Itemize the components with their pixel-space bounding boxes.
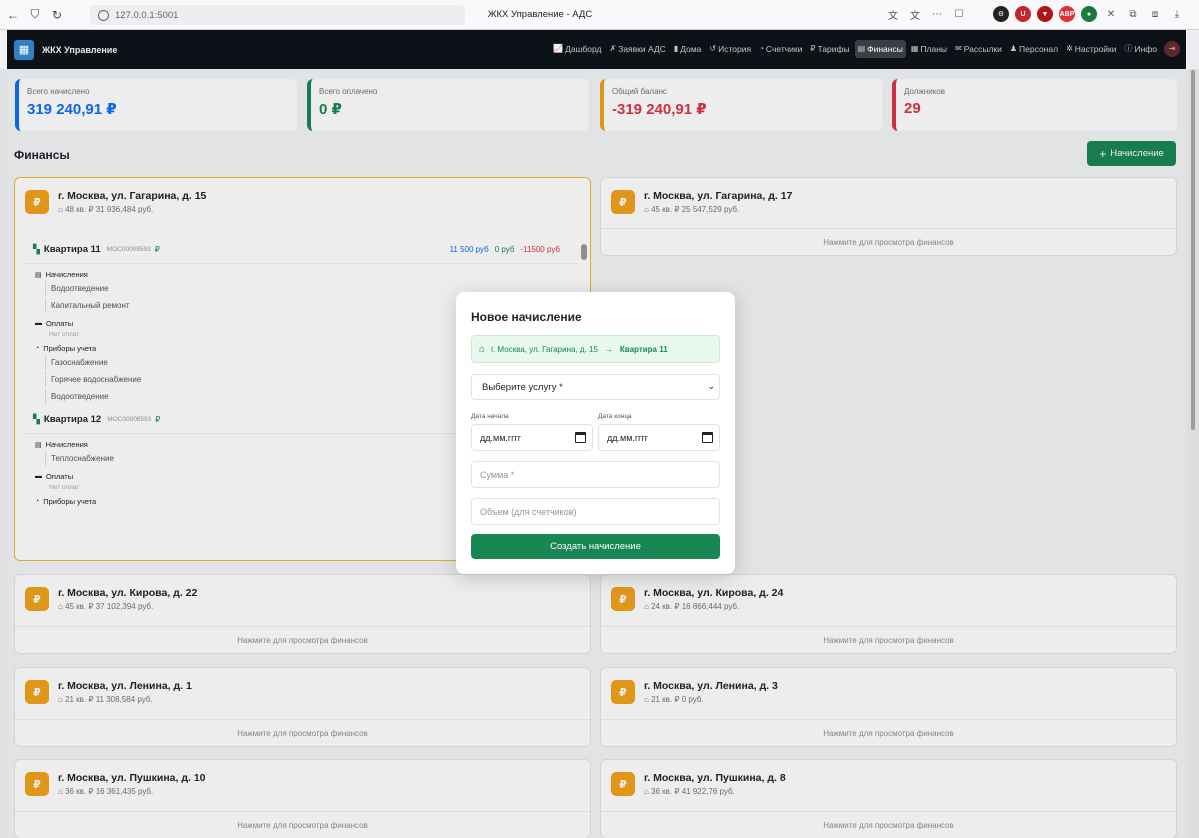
shield-ext-icon[interactable]: ▼ — [1037, 6, 1053, 22]
gauge-icon: ◔ — [759, 44, 764, 53]
nav-item-label: Планы — [920, 43, 948, 54]
users-icon: ♟ — [1009, 44, 1018, 53]
nav-item-envelope[interactable]: ✉ Рассылки — [952, 40, 1005, 58]
create-charge-button[interactable]: Создать начисление — [471, 534, 720, 559]
nav-item-users[interactable]: ♟ Персонал — [1007, 40, 1061, 58]
nav-item-gear[interactable]: ✲ Настройки — [1063, 40, 1119, 58]
calendar-icon[interactable] — [575, 432, 586, 443]
history-icon: ↺ — [709, 44, 717, 53]
bookmark-icon[interactable]: ☐ — [951, 6, 967, 22]
brand-name: ЖКХ Управление — [42, 44, 118, 55]
lock-ext-icon[interactable]: ● — [1081, 6, 1097, 22]
nav-item-label: Дома — [680, 43, 702, 54]
chart-line-icon: 📈 — [553, 44, 564, 53]
money-icon: ▤ — [857, 44, 866, 53]
shield-icon[interactable]: ⛉ — [26, 6, 44, 24]
modal-title: Новое начисление — [471, 310, 582, 324]
nav-item-label: История — [718, 43, 752, 54]
nav-item-label: Персонал — [1019, 43, 1059, 54]
adblock-icon[interactable]: ABP — [1059, 6, 1075, 22]
nav-item-building[interactable]: ▮ Дома — [671, 40, 705, 58]
building-logo-icon: ▦ — [14, 39, 34, 60]
nav-item-chart-line[interactable]: 📈 Дашборд — [550, 40, 604, 58]
gear-icon: ✲ — [1066, 44, 1073, 53]
nav-item-tools[interactable]: ✗ Заявки АДС — [606, 40, 668, 58]
target-apartment: Квартира 11 — [619, 344, 668, 354]
nav-item-label: Счетчики — [765, 43, 803, 54]
address-bar[interactable]: 127.0.0.1:5001 — [90, 5, 465, 25]
main-menu: 📈 Дашборд ✗ Заявки АДС ▮ Дома ↺ История ◔ Счетчик… — [550, 39, 1180, 58]
nav-item-gauge[interactable]: ◔ Счетчики — [756, 40, 805, 58]
volume-input[interactable]: Объем (для счетчиков) — [471, 498, 720, 525]
nav-item-ruble[interactable]: ₽ Тарифы — [807, 40, 852, 58]
nav-item-info[interactable]: ⓘ Инфо — [1121, 39, 1160, 58]
chevron-down-icon: ⌄ — [707, 381, 715, 391]
arrow-text: → — [604, 344, 613, 354]
download-icon[interactable]: ⤓ — [1169, 6, 1185, 22]
home-icon: ⌂ — [479, 343, 486, 355]
new-charge-modal: Новое начисление ⌂ г. Москва, ул. Гагари… — [456, 292, 735, 574]
end-date-input[interactable]: дд.мм.гггг — [598, 424, 720, 451]
building-icon: ▮ — [673, 44, 679, 53]
envelope-icon: ✉ — [955, 44, 962, 53]
calendar-icon[interactable] — [702, 432, 713, 443]
end-date-label: Дата конца — [598, 413, 632, 420]
nav-item-label: Настройки — [1074, 43, 1117, 54]
amount-placeholder: Сумма * — [480, 469, 515, 480]
service-select-value: Выберите услугу * — [482, 381, 563, 393]
app-navbar: ▦ ЖКХ Управление 📈 Дашборд ✗ Заявки АДС ▮ Дом… — [7, 30, 1186, 69]
nav-item-history[interactable]: ↺ История — [706, 40, 754, 58]
nav-item-money[interactable]: ▤ Финансы — [854, 39, 906, 58]
target-house: г. Москва, ул. Гагарина, д. 15 — [491, 344, 598, 354]
nav-item-label: Дашборд — [565, 43, 602, 54]
url-text: 127.0.0.1:5001 — [115, 9, 179, 21]
nav-item-label: Инфо — [1134, 43, 1157, 54]
volume-placeholder: Объем (для счетчиков) — [480, 506, 577, 517]
info-icon: ⓘ — [1124, 44, 1133, 53]
target-breadcrumb: ⌂ г. Москва, ул. Гагарина, д. 15 → Кварт… — [471, 335, 720, 363]
reader-icon[interactable]: 文 — [907, 6, 923, 22]
screenshot-icon[interactable]: ⧉ — [1125, 6, 1141, 22]
service-select[interactable]: Выберите услугу * ⌄ — [471, 374, 720, 400]
tools-ext-icon[interactable]: ✕ — [1103, 6, 1119, 22]
amount-input[interactable]: Сумма * — [471, 461, 720, 488]
end-date-placeholder: дд.мм.гггг — [607, 432, 649, 443]
ruble-icon: ₽ — [810, 44, 816, 53]
extension-icon[interactable]: ⚙ — [993, 6, 1009, 22]
tools-icon: ✗ — [609, 44, 617, 53]
nav-item-label: Тарифы — [817, 43, 850, 54]
nav-item-label: Рассылки — [963, 43, 1002, 54]
ublock-icon[interactable]: U — [1015, 6, 1031, 22]
tab-title: ЖКХ Управление - АДС — [487, 9, 593, 20]
extensions-icon[interactable]: ⧈ — [1147, 6, 1163, 22]
browser-tools: 文 文 ⋯ ☐ ⚙ U ▼ ABP ● ✕ ⧉ ⧈ ⤓ — [885, 6, 1185, 22]
brand[interactable]: ▦ ЖКХ Управление — [14, 39, 118, 60]
nav-item-label: Финансы — [867, 43, 903, 54]
reload-icon[interactable]: ↻ — [48, 6, 66, 24]
start-date-placeholder: дд.мм.гггг — [480, 432, 522, 443]
nav-item-calendar[interactable]: ▦ Планы — [908, 40, 950, 58]
start-date-input[interactable]: дд.мм.гггг — [471, 424, 593, 451]
start-date-label: Дата начала — [471, 413, 509, 420]
translate-icon[interactable]: 文 — [885, 6, 901, 22]
back-icon[interactable]: ← — [4, 6, 22, 24]
logout-icon[interactable]: ⇥ — [1164, 40, 1180, 57]
site-info-icon[interactable] — [98, 9, 109, 21]
calendar-icon: ▦ — [910, 44, 919, 53]
browser-toolbar: ← ⛉ ↻ 127.0.0.1:5001 ЖКХ Управление - АД… — [0, 0, 1199, 30]
nav-item-label: Заявки АДС — [618, 43, 666, 54]
more-icon[interactable]: ⋯ — [929, 6, 945, 22]
